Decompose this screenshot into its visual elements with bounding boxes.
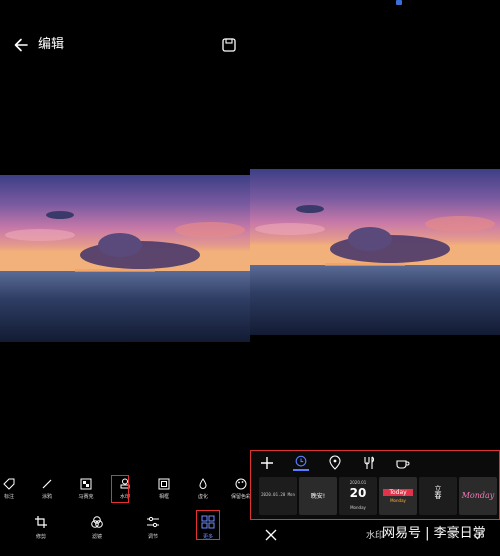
plus-icon[interactable] [259, 455, 275, 471]
bottom-nav: 修剪 滤镜 调节 更多 [0, 510, 250, 545]
tool-annotate[interactable]: 标注 [0, 478, 22, 501]
location-pin-icon[interactable] [327, 455, 343, 471]
watermark-bottom-bar: 水印 网易号 | 李豪日常 [250, 522, 500, 552]
tool-row: 标注 涂鸦 马赛克 水印 相框 虚化 保留色彩 [0, 475, 250, 508]
tool-blur[interactable]: 虚化 [190, 478, 216, 501]
palette-icon [235, 478, 247, 490]
fork-knife-icon[interactable] [361, 455, 377, 471]
tool-watermark[interactable]: 水印 [111, 475, 138, 503]
nav-filter[interactable]: 滤镜 [82, 515, 112, 541]
watermark-category-tabs [259, 455, 499, 471]
watermark-thumb-today[interactable]: Today Monday [379, 477, 417, 515]
filter-icon [91, 516, 103, 528]
status-indicator [396, 0, 402, 5]
tag-icon [3, 478, 15, 490]
watermark-thumbnails: 2020.01.20 Mon 晚安! 2020.01 20 Monday Tod… [259, 477, 499, 517]
watermark-thumb-stamp[interactable]: 晚安! [299, 477, 337, 515]
tool-mosaic[interactable]: 马赛克 [73, 478, 99, 501]
coffee-cup-icon[interactable] [395, 455, 411, 471]
screenshot-root: 编辑 标注 涂鸦 马赛克 水印 相框 虚化 保留色彩 修剪 滤镜 调节 更多 2… [0, 0, 500, 556]
tool-doodle[interactable]: 涂鸦 [34, 478, 60, 501]
crop-icon [35, 516, 47, 528]
frame-icon [158, 478, 170, 490]
sunset-photo [0, 175, 250, 342]
sliders-icon [147, 516, 159, 528]
tool-color-retain[interactable]: 保留色彩 [228, 478, 250, 501]
save-icon[interactable] [221, 37, 237, 53]
nav-more[interactable]: 更多 [193, 510, 223, 541]
watermark-thumb-date[interactable]: 2020.01.20 Mon [259, 477, 297, 515]
mosaic-icon [80, 478, 92, 490]
selection-highlight [111, 475, 129, 503]
clock-icon[interactable] [293, 455, 309, 471]
brush-icon [42, 479, 52, 489]
source-credit: 网易号 | 李豪日常 [382, 526, 486, 541]
watermark-thumb-script[interactable]: Monday [459, 477, 497, 515]
nav-adjust[interactable]: 调节 [138, 515, 168, 541]
arrow-left-icon[interactable] [12, 36, 30, 54]
photo-preview [0, 175, 250, 342]
watermark-screen: 2020.01.20 Mon 晚安! 2020.01 20 Monday Tod… [250, 0, 500, 556]
selection-highlight [196, 510, 220, 540]
photo-preview [250, 169, 500, 335]
tool-frame[interactable]: 相框 [151, 478, 177, 501]
watermark-thumb-vertical[interactable]: 立春 [419, 477, 457, 515]
blur-drop-icon [199, 478, 207, 489]
nav-crop[interactable]: 修剪 [26, 515, 56, 541]
edit-screen: 编辑 标注 涂鸦 马赛克 水印 相框 虚化 保留色彩 修剪 滤镜 调节 更多 [0, 0, 250, 556]
page-title: 编辑 [38, 37, 65, 52]
watermark-panel: 2020.01.20 Mon 晚安! 2020.01 20 Monday Tod… [250, 450, 500, 520]
sunset-photo [250, 169, 500, 335]
watermark-thumb-calendar[interactable]: 2020.01 20 Monday [339, 477, 377, 515]
